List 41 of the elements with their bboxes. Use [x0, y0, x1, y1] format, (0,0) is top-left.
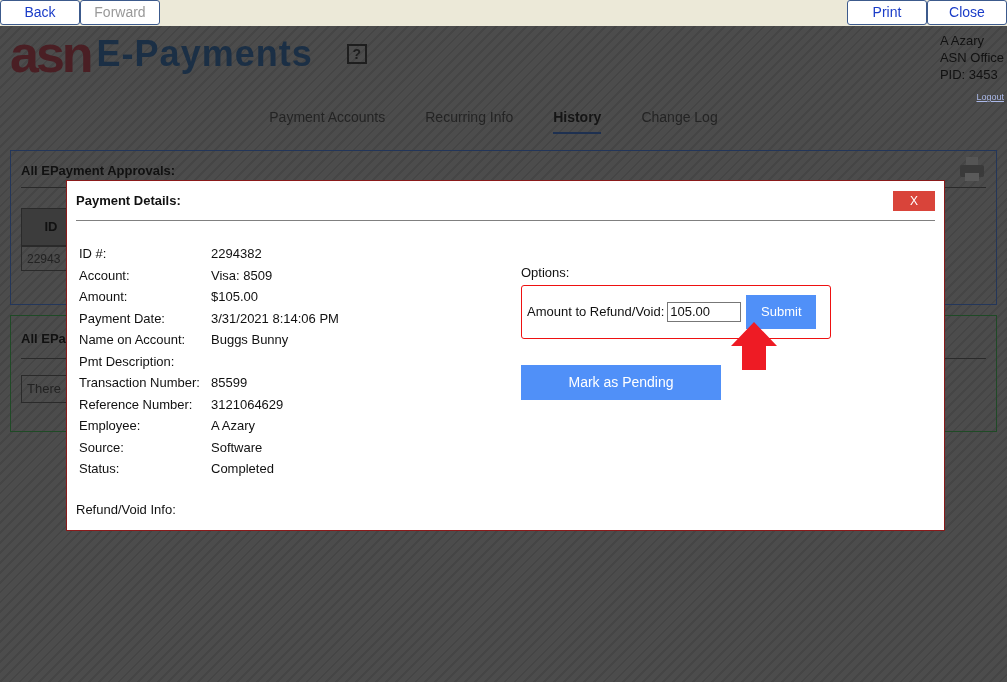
- field-label: ID #:: [79, 245, 108, 263]
- help-button[interactable]: ?: [346, 44, 367, 64]
- printer-icon: [958, 155, 986, 183]
- dialog-dismiss-button[interactable]: X: [893, 190, 935, 211]
- up-arrow-icon: [730, 321, 778, 370]
- refund-info-label: Refund/Void Info:: [76, 500, 177, 519]
- mark-pending-button[interactable]: Mark as Pending: [521, 364, 721, 400]
- panel-title: All EPayment Approvals:: [21, 162, 176, 180]
- panel-title: All EPa: [21, 331, 66, 346]
- user-info-text: PID: 3453: [939, 66, 998, 83]
- dialog-title: Payment Details:: [76, 191, 181, 210]
- field-label: Reference Number:: [79, 395, 194, 414]
- field-value: Software: [211, 438, 263, 457]
- field-value: 85599: [211, 374, 248, 392]
- toolbar-button[interactable]: Print: [847, 0, 927, 25]
- field-value: Completed: [211, 460, 274, 478]
- amount-label: Amount to Refund/Void:: [527, 302, 665, 321]
- field-value: A Azary: [211, 417, 256, 435]
- field-label: Status:: [79, 460, 121, 478]
- field-label: Source:: [79, 438, 125, 457]
- field-label: Pmt Description:: [79, 352, 176, 371]
- field-value: 3/31/2021 8:14:06 PM: [211, 309, 339, 328]
- submit-button[interactable]: Submit: [746, 294, 817, 329]
- field-value: $105.00: [211, 288, 258, 306]
- field-value: 3121064629: [211, 395, 284, 414]
- user-info-text: ASN Office: [939, 49, 1004, 66]
- field-label: Transaction Number:: [79, 374, 201, 392]
- field-label: Payment Date:: [79, 309, 166, 328]
- field-value: 2294382: [211, 245, 262, 263]
- field-label: Amount:: [79, 288, 129, 306]
- field-value: Visa: 8509: [211, 266, 273, 285]
- toolbar-button[interactable]: Back: [0, 0, 80, 25]
- logout-link[interactable]: Logout: [976, 91, 1004, 105]
- field-value: Buggs Bunny: [211, 331, 289, 349]
- options-label: Options:: [521, 264, 571, 282]
- field-label: Name on Account:: [79, 331, 187, 349]
- amount-field[interactable]: 105.00: [667, 301, 742, 322]
- user-info-text: A Azary: [939, 32, 984, 49]
- toolbar-button[interactable]: Close: [927, 0, 1007, 25]
- field-label: Employee:: [79, 417, 142, 435]
- field-label: Account:: [79, 266, 131, 285]
